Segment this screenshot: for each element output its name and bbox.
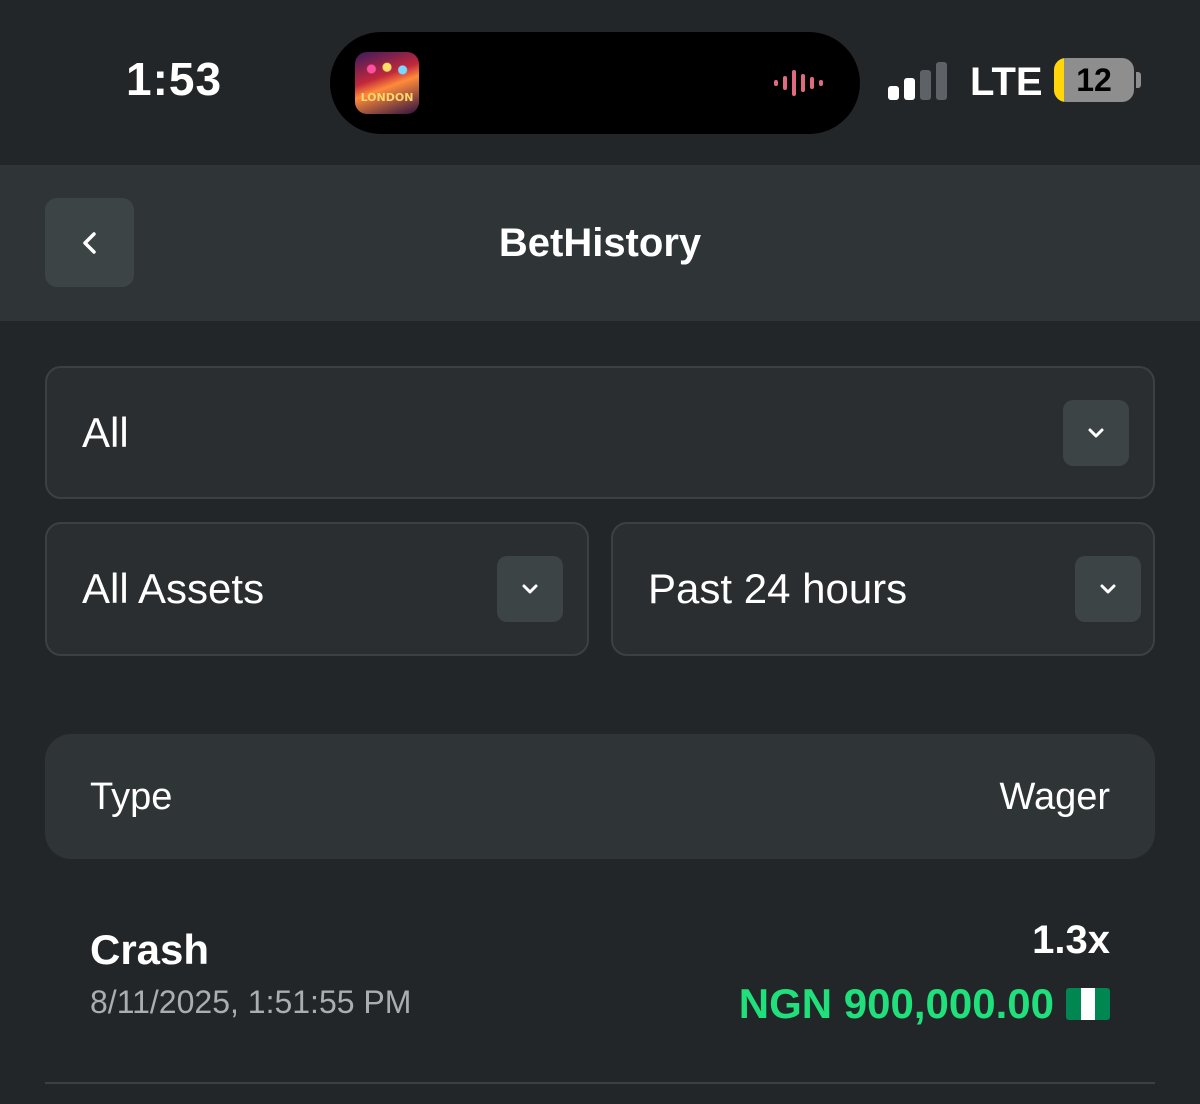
time-range-filter-value: Past 24 hours — [648, 565, 908, 612]
artwork-lights — [361, 60, 413, 78]
bet-amount: NGN 900,000.00 — [738, 980, 1054, 1027]
cellular-signal-icon — [888, 62, 950, 100]
type-filter-value: All — [82, 408, 129, 456]
status-time: 1:53 — [126, 53, 223, 105]
type-filter-select[interactable]: All — [45, 366, 1155, 499]
time-range-filter-select[interactable]: Past 24 hours — [611, 522, 1155, 656]
bet-wager: NGN 900,000.00 — [739, 980, 1110, 1028]
page-title: BetHistory — [498, 221, 702, 265]
bet-multiplier: 1.3x — [1032, 918, 1110, 962]
table-row[interactable]: Crash 8/11/2025, 1:51:55 PM 1.3x NGN 900… — [45, 900, 1155, 1084]
bet-game-name: Crash — [90, 926, 210, 973]
battery-cap — [1136, 72, 1141, 88]
table-header: Type Wager — [45, 734, 1155, 859]
artwork-text: LONDON — [360, 91, 414, 104]
network-type: LTE — [970, 60, 1043, 104]
chevron-down-icon[interactable] — [1075, 556, 1141, 622]
chevron-down-icon[interactable] — [497, 556, 563, 622]
assets-filter-value: All Assets — [82, 565, 265, 612]
bet-datetime: 8/11/2025, 1:51:55 PM — [90, 984, 412, 1020]
now-playing-artwork[interactable]: LONDON — [355, 52, 419, 114]
column-header-wager: Wager — [999, 776, 1110, 818]
dynamic-island[interactable]: LONDON — [330, 32, 860, 134]
chevron-down-icon[interactable] — [1063, 400, 1129, 466]
battery-percent: 12 — [1076, 61, 1112, 98]
nav-bar: BetHistory — [0, 165, 1200, 321]
assets-filter-select[interactable]: All Assets — [45, 522, 589, 656]
status-bar: 1:53 LONDON LTE 12 — [0, 0, 1200, 165]
battery-icon: 12 — [1054, 58, 1134, 102]
column-header-type: Type — [90, 776, 173, 818]
nigeria-flag-icon — [1066, 988, 1110, 1020]
audio-waveform-icon — [774, 68, 832, 98]
